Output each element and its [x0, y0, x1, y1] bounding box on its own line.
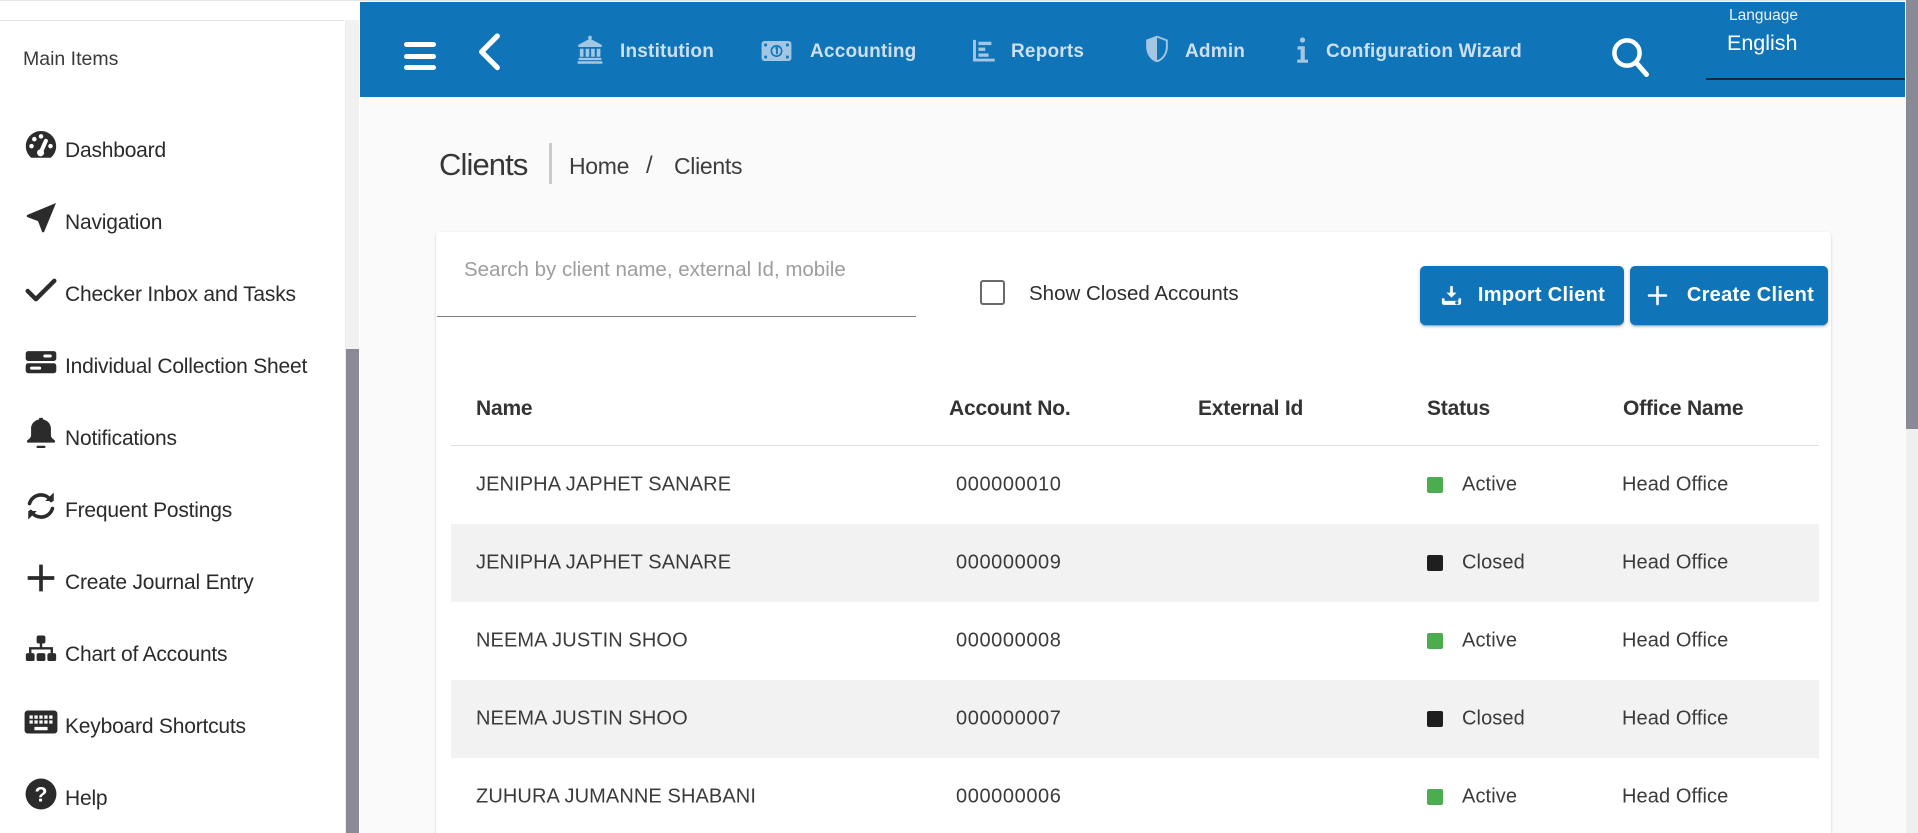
svg-text:?: ?	[35, 782, 48, 806]
